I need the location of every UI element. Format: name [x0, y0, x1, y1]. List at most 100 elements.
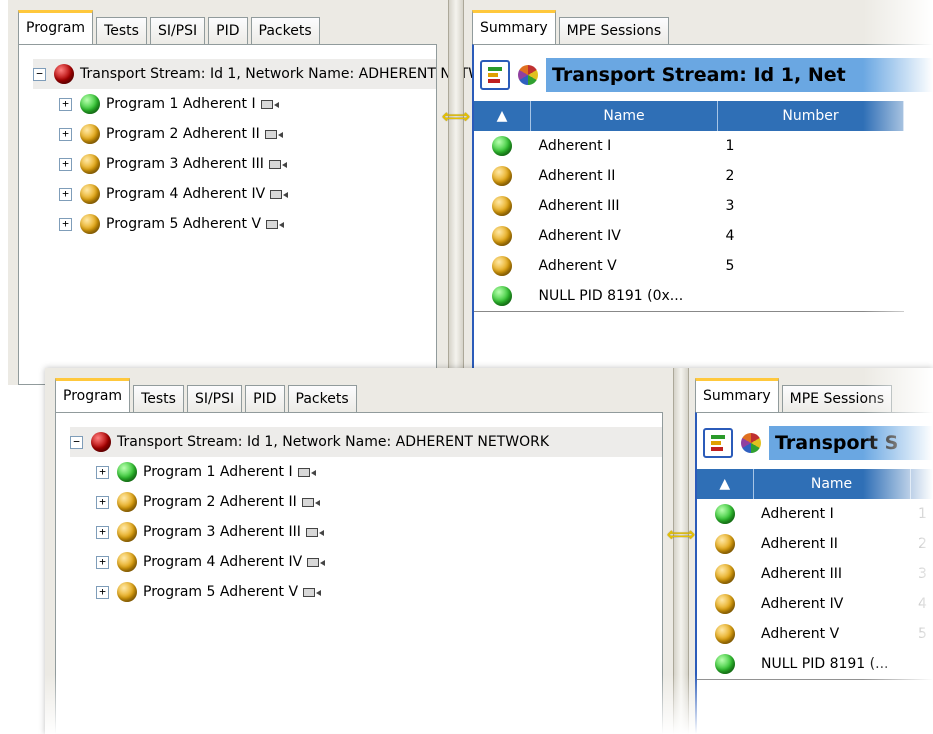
left-tab-strip: Program Tests SI/PSI PID Packets: [55, 378, 360, 412]
expand-icon[interactable]: +: [96, 555, 109, 569]
pie-chart-icon[interactable]: [518, 65, 538, 85]
table-row[interactable]: Adherent III 3: [474, 191, 904, 221]
summary-title: Transport S: [769, 426, 932, 460]
tab-si-psi[interactable]: SI/PSI: [186, 385, 243, 412]
table-row[interactable]: NULL PID 8191 (0x...: [474, 281, 904, 312]
tab-packets[interactable]: Packets: [287, 385, 357, 412]
summary-panel: Transport S ▲ Name Adherent I 1 Adherent I…: [695, 412, 933, 734]
cell-name: NULL PID 8191 (...: [753, 649, 910, 680]
video-icon: [305, 527, 324, 538]
expand-icon[interactable]: +: [96, 465, 109, 479]
screenshot-bottom: Program Tests SI/PSI PID Packets − Transp…: [45, 368, 933, 734]
column-header-number[interactable]: Number: [717, 101, 904, 131]
left-pane: Program Tests SI/PSI PID Packets − Transp…: [45, 368, 671, 734]
tree-item-program[interactable]: + Program 4 Adherent IV: [33, 179, 436, 209]
tab-program[interactable]: Program: [18, 10, 94, 44]
cell-name: Adherent II: [761, 536, 838, 552]
tree-item-program[interactable]: + Program 3 Adherent III: [33, 149, 436, 179]
screenshot-top: Program Tests SI/PSI PID Packets − Transp…: [8, 0, 933, 385]
status-green-icon: [715, 504, 735, 524]
tree-item-label: Program 3 Adherent III: [143, 524, 301, 540]
expand-icon[interactable]: +: [59, 157, 72, 171]
table-row[interactable]: NULL PID 8191 (...: [697, 649, 933, 680]
cell-name: Adherent I: [761, 506, 834, 522]
tab-program[interactable]: Program: [55, 378, 131, 412]
tab-pid[interactable]: PID: [208, 17, 248, 44]
table-row[interactable]: Adherent I 1: [474, 131, 904, 161]
expand-icon[interactable]: +: [59, 187, 72, 201]
tab-packets[interactable]: Packets: [250, 17, 320, 44]
tab-tests[interactable]: Tests: [133, 385, 184, 412]
cell-name: Adherent III: [761, 566, 842, 582]
status-red-icon: [54, 64, 74, 84]
column-header-name[interactable]: Name: [753, 469, 911, 499]
sort-column-header[interactable]: ▲: [697, 469, 754, 499]
expand-icon[interactable]: +: [96, 495, 109, 509]
video-icon: [301, 497, 320, 508]
status-orange-icon: [715, 594, 735, 614]
tree-item-program[interactable]: + Program 2 Adherent II: [33, 119, 436, 149]
pane-splitter[interactable]: ⟺: [667, 368, 695, 734]
cell-name: Adherent II: [538, 168, 616, 184]
pane-splitter[interactable]: ⟺: [442, 0, 470, 385]
expand-icon[interactable]: +: [96, 525, 109, 539]
collapse-icon[interactable]: −: [70, 435, 83, 449]
tree-item-program[interactable]: + Program 4 Adherent IV: [70, 547, 662, 577]
table-row[interactable]: Adherent IV 4: [474, 221, 904, 251]
status-orange-icon: [492, 256, 513, 276]
status-orange-icon: [492, 226, 513, 246]
tab-pid[interactable]: PID: [245, 385, 285, 412]
pie-chart-icon[interactable]: [741, 433, 761, 453]
cell-number: 2: [725, 168, 735, 184]
program-tree: − Transport Stream: Id 1, Network Name: A…: [33, 59, 512, 239]
right-pane: Summary MPE Sessions Transport S ▲ Name …: [689, 368, 933, 734]
tab-summary[interactable]: Summary: [472, 10, 556, 44]
tab-si-psi[interactable]: SI/PSI: [149, 17, 206, 44]
bar-chart-button[interactable]: [703, 428, 733, 458]
status-cell: [697, 649, 753, 680]
tree-item-label: Program 4 Adherent IV: [106, 186, 266, 202]
cell-number: 4: [918, 596, 927, 612]
tree-item-label: Program 4 Adherent IV: [143, 554, 303, 570]
expand-icon[interactable]: +: [59, 217, 72, 231]
table-row[interactable]: Adherent V 5: [474, 251, 904, 281]
tree-root-transport-stream[interactable]: − Transport Stream: Id 1, Network Name: A…: [70, 427, 662, 457]
program-tree-panel: − Transport Stream: Id 1, Network Name: A…: [55, 412, 663, 734]
status-orange-icon: [117, 582, 137, 602]
tree-item-program[interactable]: + Program 1 Adherent I: [33, 89, 436, 119]
status-cell: [474, 131, 531, 161]
column-header-name[interactable]: Name: [530, 101, 718, 131]
table-row[interactable]: Adherent I 1: [697, 499, 933, 529]
table-row[interactable]: Adherent II 2: [697, 529, 933, 559]
expand-icon[interactable]: +: [96, 585, 109, 599]
tab-mpe-sessions[interactable]: MPE Sessions: [781, 385, 893, 412]
table-row[interactable]: Adherent V 5: [697, 619, 933, 649]
column-header-number[interactable]: [910, 469, 933, 499]
table-row[interactable]: Adherent IV 4: [697, 589, 933, 619]
status-cell: [697, 499, 753, 529]
tree-item-program[interactable]: + Program 2 Adherent II: [70, 487, 662, 517]
status-cell: [697, 529, 753, 559]
status-orange-icon: [715, 534, 735, 554]
status-green-icon: [492, 136, 513, 156]
expand-icon[interactable]: +: [59, 127, 72, 141]
tree-item-program[interactable]: + Program 3 Adherent III: [70, 517, 662, 547]
status-orange-icon: [80, 214, 100, 234]
tree-item-label: Program 3 Adherent III: [106, 156, 264, 172]
sort-column-header[interactable]: ▲: [474, 101, 531, 131]
summary-header: Transport Stream: Id 1, Net: [474, 55, 932, 95]
tree-root-transport-stream[interactable]: − Transport Stream: Id 1, Network Name: A…: [33, 59, 512, 89]
table-row[interactable]: Adherent III 3: [697, 559, 933, 589]
bar-chart-button[interactable]: [480, 60, 510, 90]
status-green-icon: [80, 94, 100, 114]
tree-item-program[interactable]: + Program 5 Adherent V: [33, 209, 436, 239]
tree-item-program[interactable]: + Program 1 Adherent I: [70, 457, 662, 487]
expand-icon[interactable]: +: [59, 97, 72, 111]
collapse-icon[interactable]: −: [33, 67, 46, 81]
tree-item-program[interactable]: + Program 5 Adherent V: [70, 577, 662, 607]
tab-mpe-sessions[interactable]: MPE Sessions: [558, 17, 670, 44]
tab-summary[interactable]: Summary: [695, 378, 779, 412]
table-row[interactable]: Adherent II 2: [474, 161, 904, 191]
tab-tests[interactable]: Tests: [96, 17, 147, 44]
summary-header: Transport S: [697, 423, 932, 463]
